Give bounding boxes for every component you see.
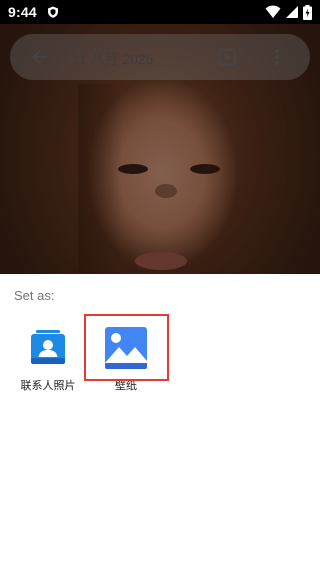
- status-time: 9:44: [8, 4, 37, 20]
- battery-charging-icon: [303, 4, 312, 20]
- set-as-sheet: Set as: 联系人照片 壁纸: [0, 274, 320, 569]
- arrow-back-icon[interactable]: [30, 47, 50, 67]
- shield-icon: [47, 6, 58, 18]
- status-icons: [265, 4, 312, 20]
- status-bar: 9:44: [0, 0, 320, 24]
- top-app-bar: 11 八月 2025: [10, 34, 310, 80]
- app-bar-title: 11 八月 2025: [72, 51, 154, 67]
- highlight-box: [84, 314, 169, 381]
- slideshow-icon[interactable]: [217, 47, 237, 67]
- target-label-contact-photo: 联系人照片: [20, 380, 76, 392]
- more-vert-icon[interactable]: [274, 47, 280, 67]
- contacts-icon: [31, 330, 65, 364]
- signal-icon: [286, 6, 298, 18]
- target-contact-photo[interactable]: 联系人照片: [8, 314, 88, 394]
- sheet-title: Set as:: [14, 288, 55, 303]
- screen: 9:44 11 八月 2025 Set as: 联系人照片 壁纸: [0, 0, 320, 569]
- wifi-icon: [265, 5, 281, 18]
